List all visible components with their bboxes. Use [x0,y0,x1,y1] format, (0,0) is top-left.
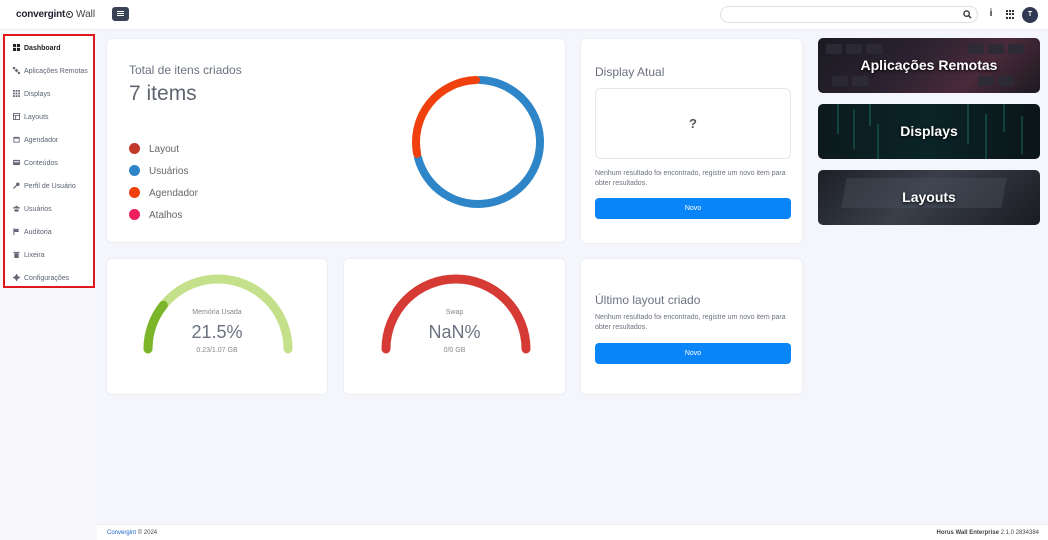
tile-label: Aplicações Remotas [860,57,998,73]
legend-item-layout: Layout [129,143,179,155]
product-name: Wall [66,9,95,20]
footer-brand-link[interactable]: Convergint [107,530,136,536]
apps-grid-icon[interactable] [1006,10,1015,19]
sidebar-item-conteudos[interactable]: Conteúdos [13,159,58,171]
target-icon [66,11,73,18]
legend-swatch [129,143,140,154]
tile-label: Layouts [902,189,956,205]
sidebar-nav: Dashboard Aplicações Remotas Displays La… [3,34,95,288]
trash-icon [13,251,20,258]
tile-layouts[interactable]: Layouts [818,170,1040,225]
legend-swatch [129,209,140,220]
top-bar: convergint Wall i T [0,0,1048,30]
key-icon [13,182,20,189]
sidebar-item-layouts[interactable]: Layouts [13,113,49,125]
tile-label: Displays [900,123,958,139]
items-donut-chart [412,76,544,208]
brand-logo[interactable]: convergint [16,9,65,20]
total-items-card: Total de itens criados 7 items Layout Us… [106,38,566,243]
layout-icon [13,113,20,120]
display-novo-button[interactable]: Novo [595,198,791,219]
legend-item-agendador: Agendador [129,187,198,199]
user-avatar[interactable]: T [1022,7,1038,23]
legend-swatch [129,187,140,198]
content-icon [13,159,20,166]
display-atual-card: Display Atual ? Nenhum resultado foi enc… [580,38,803,244]
grid-icon [13,90,20,97]
info-icon[interactable]: i [986,8,996,22]
memory-card: Memória Usada 21.5% 0.23/1.07 GB [106,258,328,395]
search-icon[interactable] [963,10,972,19]
sidebar-item-aplicacoes-remotas[interactable]: Aplicações Remotas [13,67,88,79]
sidebar-item-configuracoes[interactable]: Configurações [13,274,69,286]
dashboard-icon [13,44,20,51]
footer-version: Horus Wall Enterprise 2.1.0 2834384 [936,530,1039,536]
users-icon [13,205,20,212]
calendar-icon [13,136,20,143]
sidebar-item-displays[interactable]: Displays [13,90,50,102]
swap-card: Swap NaN% 0/0 GB [343,258,566,395]
legend-item-usuarios: Usuários [129,165,188,177]
total-items-title: Total de itens criados [129,63,242,77]
satellite-icon [13,67,20,74]
tile-aplicacoes-remotas[interactable]: Aplicações Remotas [818,38,1040,93]
sidebar-item-dashboard[interactable]: Dashboard [13,44,61,56]
search-input[interactable] [720,6,978,23]
menu-toggle-button[interactable] [112,7,129,21]
memory-value: 21.5% [191,322,243,342]
sidebar-item-perfil-de-usuario[interactable]: Perfil de Usuário [13,182,76,194]
ultimo-layout-message: Nenhum resultado foi encontrado, registr… [595,314,786,331]
sidebar-item-usuarios[interactable]: Usuários [13,205,52,217]
display-atual-message: Nenhum resultado foi encontrado, registr… [595,170,786,187]
layout-novo-button[interactable]: Novo [595,343,791,364]
donut-slice-agendador [412,76,481,158]
product-label: Wall [76,9,96,20]
swap-value: NaN% [428,322,481,342]
sidebar-item-agendador[interactable]: Agendador [13,136,58,148]
tile-displays[interactable]: Displays [818,104,1040,159]
legend-swatch [129,165,140,176]
swap-detail: 0/0 GB [443,347,466,354]
display-preview-placeholder: ? [595,88,791,159]
flag-icon [13,228,20,235]
sidebar-item-auditoria[interactable]: Auditoria [13,228,52,240]
ultimo-layout-title: Último layout criado [595,293,701,307]
memory-detail: 0.23/1.07 GB [196,347,238,354]
footer-copyright: Convergint © 2024 [107,530,158,536]
gear-icon [13,274,20,281]
footer: Convergint © 2024 Horus Wall Enterprise … [97,524,1048,540]
ultimo-layout-card: Último layout criado Nenhum resultado fo… [580,258,803,395]
memory-label: Memória Usada [192,309,242,316]
display-atual-title: Display Atual [595,65,665,79]
sidebar-item-lixeira[interactable]: Lixeira [13,251,45,263]
legend-item-atalhos: Atalhos [129,209,182,221]
swap-label: Swap [445,309,464,316]
total-items-count: 7 items [129,82,197,105]
